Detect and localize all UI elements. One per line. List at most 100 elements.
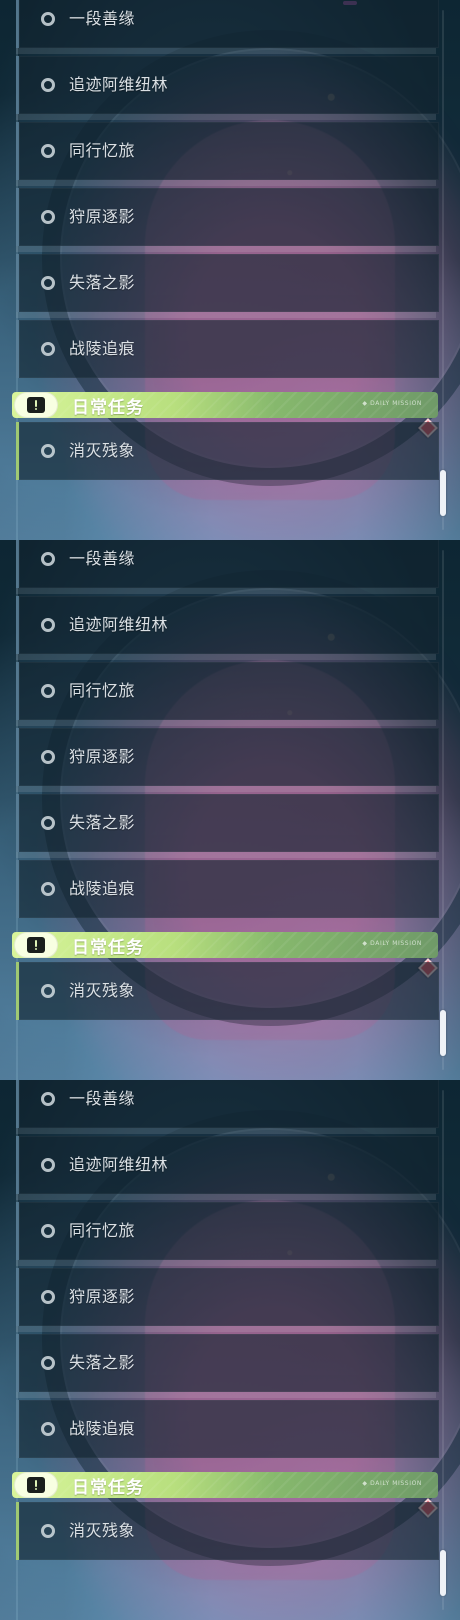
screen: 一段善缘 追迹阿维纽林 同行忆旅 狩原逐影 失落之影 战陵追痕 日常任务 ◆ D…: [0, 0, 460, 1620]
quest-item-label: 一段善缘: [69, 9, 136, 28]
row-separator: [16, 1260, 436, 1266]
vertical-scrollbar[interactable]: [440, 0, 446, 540]
quest-item[interactable]: 追迹阿维纽林: [16, 1136, 439, 1194]
radio-icon: [41, 750, 55, 764]
quest-item[interactable]: 狩原逐影: [16, 1268, 439, 1326]
vertical-scrollbar[interactable]: [440, 540, 446, 1080]
row-separator: [16, 720, 436, 726]
quest-list: 一段善缘 追迹阿维纽林 同行忆旅 狩原逐影 失落之影 战陵追痕 日常任务 ◆ D…: [0, 0, 460, 540]
daily-quest-item[interactable]: 消灭残象: [16, 962, 439, 1020]
radio-icon: [41, 12, 55, 26]
radio-icon: [41, 984, 55, 998]
quest-item[interactable]: 失落之影: [16, 1334, 439, 1392]
quest-list: 一段善缘 追迹阿维纽林 同行忆旅 狩原逐影 失落之影 战陵追痕 日常任务 ◆ D…: [0, 540, 460, 1080]
quest-list: 一段善缘 追迹阿维纽林 同行忆旅 狩原逐影 失落之影 战陵追痕 日常任务 ◆ D…: [0, 1080, 460, 1620]
radio-icon: [41, 816, 55, 830]
exclamation-icon: [27, 397, 45, 413]
radio-icon: [41, 78, 55, 92]
quest-item-label: 战陵追痕: [69, 879, 136, 898]
quest-item[interactable]: 失落之影: [16, 254, 439, 312]
quest-item-label: 消灭残象: [69, 1521, 136, 1540]
section-tag: ◆ DAILY MISSION: [362, 940, 422, 947]
radio-icon: [41, 1224, 55, 1238]
scrollbar-track[interactable]: [442, 550, 444, 1070]
radio-icon: [41, 342, 55, 356]
quest-item-label: 狩原逐影: [69, 207, 136, 226]
quest-item-label: 一段善缘: [69, 1089, 136, 1108]
vertical-scrollbar[interactable]: [440, 1080, 446, 1620]
radio-icon: [41, 618, 55, 632]
quest-item[interactable]: 狩原逐影: [16, 728, 439, 786]
quest-item-label: 狩原逐影: [69, 1287, 136, 1306]
quest-item-label: 追迹阿维纽林: [69, 75, 169, 94]
exclamation-icon: [27, 1477, 45, 1493]
quest-item[interactable]: 一段善缘: [16, 1080, 439, 1128]
section-icon-badge: [14, 392, 58, 418]
row-separator: [16, 1326, 436, 1332]
quest-list-panel: 一段善缘 追迹阿维纽林 同行忆旅 狩原逐影 失落之影 战陵追痕 日常任务 ◆ D…: [0, 540, 460, 1080]
radio-icon: [41, 276, 55, 290]
quest-item[interactable]: 狩原逐影: [16, 188, 439, 246]
radio-icon: [41, 444, 55, 458]
quest-item-label: 同行忆旅: [69, 141, 136, 160]
row-separator: [16, 48, 436, 54]
quest-item[interactable]: 追迹阿维纽林: [16, 596, 439, 654]
radio-icon: [41, 210, 55, 224]
quest-item[interactable]: 战陵追痕: [16, 1400, 439, 1458]
quest-item-label: 一段善缘: [69, 549, 136, 568]
radio-icon: [41, 1092, 55, 1106]
radio-icon: [41, 1356, 55, 1370]
row-separator: [16, 1392, 436, 1398]
quest-item-label: 同行忆旅: [69, 681, 136, 700]
quest-item-label: 战陵追痕: [69, 1419, 136, 1438]
quest-item-label: 失落之影: [69, 273, 136, 292]
scrollbar-thumb[interactable]: [440, 1010, 446, 1056]
quest-item-label: 同行忆旅: [69, 1221, 136, 1240]
row-separator: [16, 246, 436, 252]
radio-icon: [41, 1158, 55, 1172]
quest-item[interactable]: 一段善缘: [16, 540, 439, 588]
scrollbar-thumb[interactable]: [440, 470, 446, 516]
quest-item[interactable]: 一段善缘: [16, 0, 439, 48]
section-title: 日常任务: [72, 937, 144, 958]
radio-icon: [41, 882, 55, 896]
quest-item-label: 消灭残象: [69, 441, 136, 460]
scrollbar-track[interactable]: [442, 10, 444, 530]
quest-item-label: 追迹阿维纽林: [69, 1155, 169, 1174]
quest-item[interactable]: 追迹阿维纽林: [16, 56, 439, 114]
scrollbar-track[interactable]: [442, 1090, 444, 1610]
daily-quest-item[interactable]: 消灭残象: [16, 422, 439, 480]
section-tag: ◆ DAILY MISSION: [362, 1480, 422, 1487]
daily-mission-header: 日常任务 ◆ DAILY MISSION: [12, 392, 438, 418]
quest-item-label: 失落之影: [69, 1353, 136, 1372]
quest-item[interactable]: 战陵追痕: [16, 860, 439, 918]
daily-mission-header: 日常任务 ◆ DAILY MISSION: [12, 1472, 438, 1498]
section-title: 日常任务: [72, 397, 144, 418]
section-title: 日常任务: [72, 1477, 144, 1498]
quest-item-label: 狩原逐影: [69, 747, 136, 766]
quest-item-label: 消灭残象: [69, 981, 136, 1000]
quest-list-panel: 一段善缘 追迹阿维纽林 同行忆旅 狩原逐影 失落之影 战陵追痕 日常任务 ◆ D…: [0, 1080, 460, 1620]
radio-icon: [41, 552, 55, 566]
scrollbar-thumb[interactable]: [440, 1550, 446, 1596]
quest-item-label: 失落之影: [69, 813, 136, 832]
radio-icon: [41, 1290, 55, 1304]
quest-item[interactable]: 同行忆旅: [16, 122, 439, 180]
radio-icon: [41, 1422, 55, 1436]
radio-icon: [41, 1524, 55, 1538]
quest-item[interactable]: 战陵追痕: [16, 320, 439, 378]
row-separator: [16, 852, 436, 858]
row-separator: [16, 588, 436, 594]
row-separator: [16, 1128, 436, 1134]
row-separator: [16, 180, 436, 186]
row-separator: [16, 312, 436, 318]
exclamation-icon: [27, 937, 45, 953]
row-separator: [16, 786, 436, 792]
section-icon-badge: [14, 932, 58, 958]
quest-item-label: 战陵追痕: [69, 339, 136, 358]
row-separator: [16, 1194, 436, 1200]
quest-item[interactable]: 同行忆旅: [16, 662, 439, 720]
quest-item[interactable]: 同行忆旅: [16, 1202, 439, 1260]
daily-quest-item[interactable]: 消灭残象: [16, 1502, 439, 1560]
quest-item[interactable]: 失落之影: [16, 794, 439, 852]
